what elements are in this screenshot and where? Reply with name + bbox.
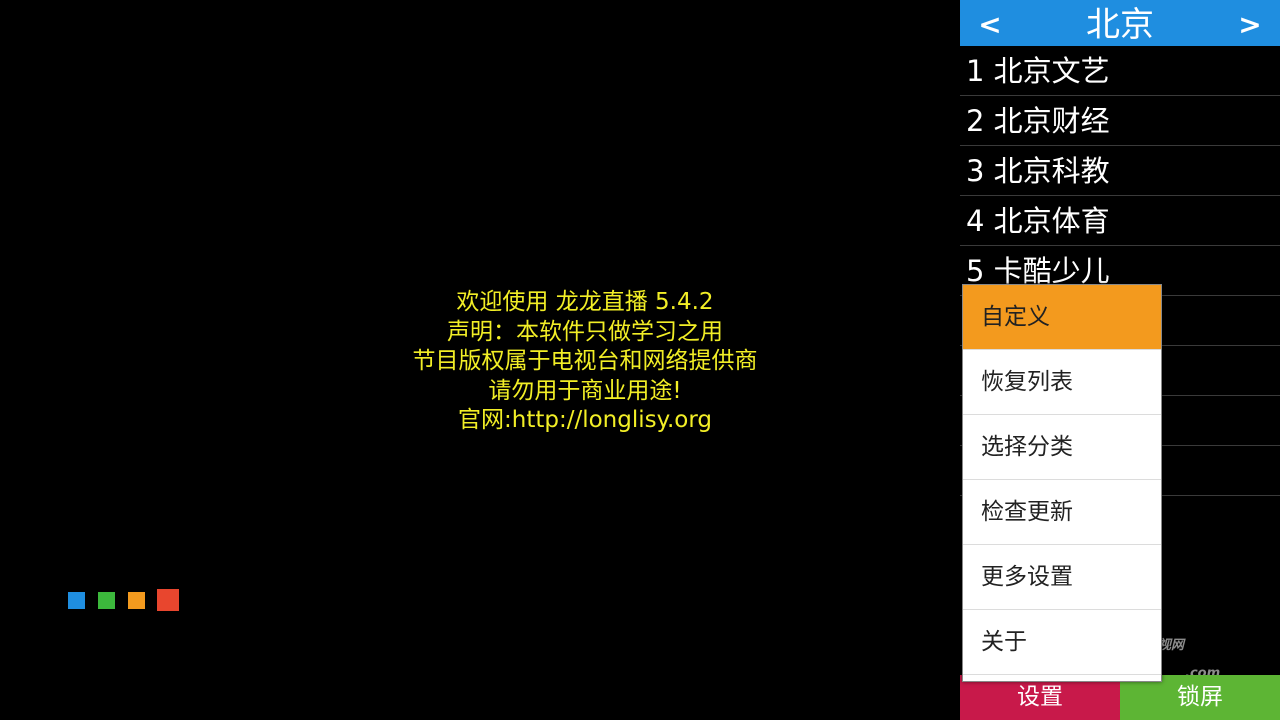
loading-dot-red xyxy=(157,589,179,611)
disclaimer-line: 声明：本软件只做学习之用 xyxy=(447,318,723,345)
channel-item[interactable]: 2 北京财经 xyxy=(960,96,1280,146)
channel-item[interactable]: 3 北京科教 xyxy=(960,146,1280,196)
next-province-button[interactable]: > xyxy=(1230,0,1270,46)
loading-dot-orange xyxy=(128,592,145,609)
province-title: 北京 xyxy=(1086,5,1154,45)
menu-item-restore-list[interactable]: 恢复列表 xyxy=(963,350,1161,415)
province-bar: < 北京 > xyxy=(960,0,1280,46)
welcome-message: 欢迎使用 龙龙直播 5.4.2 声明：本软件只做学习之用 节目版权属于电视台和网… xyxy=(385,288,785,436)
loading-dot-blue xyxy=(68,592,85,609)
options-menu: 自定义 恢复列表 选择分类 检查更新 更多设置 关于 xyxy=(962,284,1162,682)
channel-item[interactable]: 1 北京文艺 xyxy=(960,46,1280,96)
channel-item[interactable]: 4 北京体育 xyxy=(960,196,1280,246)
menu-item-custom[interactable]: 自定义 xyxy=(963,285,1161,350)
prev-province-button[interactable]: < xyxy=(970,0,1010,46)
welcome-title: 欢迎使用 龙龙直播 5.4.2 xyxy=(456,289,714,315)
menu-item-more-settings[interactable]: 更多设置 xyxy=(963,545,1161,610)
website-line: 官网:http://longlisy.org xyxy=(458,407,712,433)
menu-item-check-update[interactable]: 检查更新 xyxy=(963,480,1161,545)
menu-item-select-category[interactable]: 选择分类 xyxy=(963,415,1161,480)
commercial-warning: 请勿用于商业用途! xyxy=(488,377,682,404)
copyright-line: 节目版权属于电视台和网络提供商 xyxy=(412,348,758,374)
loading-dot-green xyxy=(98,592,115,609)
menu-item-about[interactable]: 关于 xyxy=(963,610,1161,675)
